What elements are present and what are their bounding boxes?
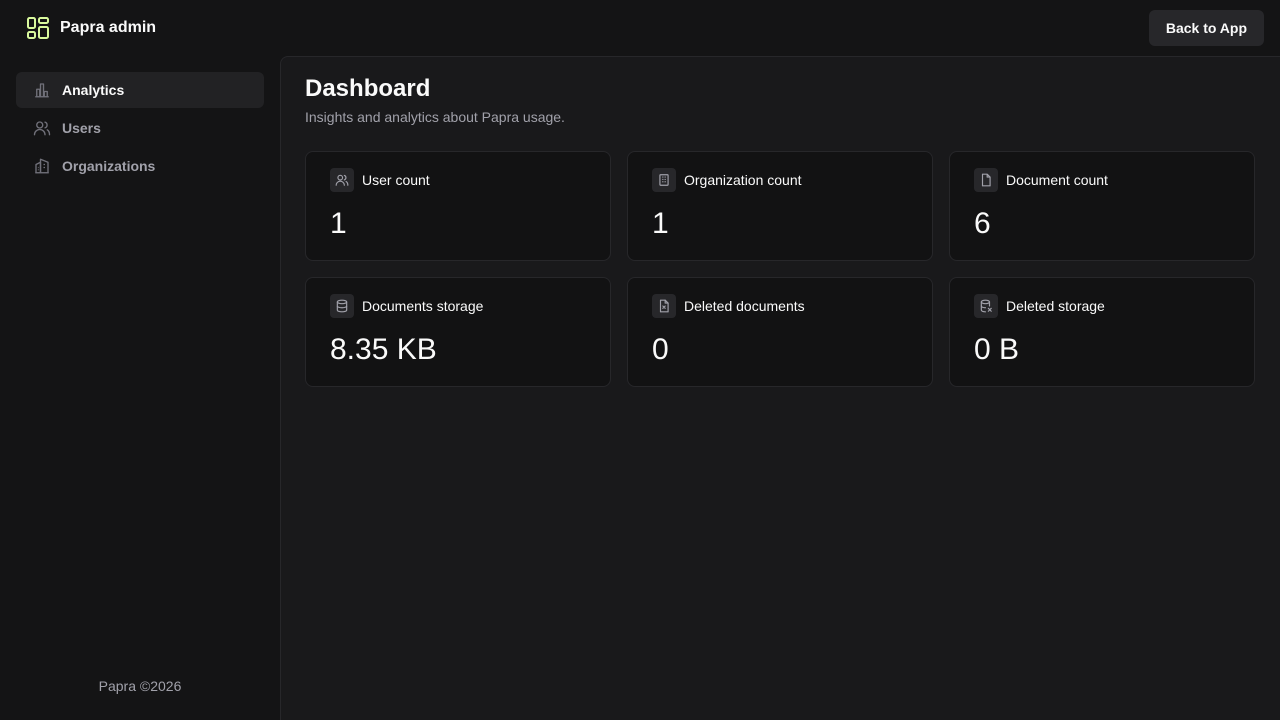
- stat-value: 1: [652, 207, 669, 240]
- stat-label: Document count: [1006, 172, 1108, 188]
- page-title: Dashboard: [305, 75, 431, 102]
- sidebar-item-label: Analytics: [62, 82, 125, 98]
- stat-card-organization-count: Organization count 1: [627, 151, 933, 261]
- brand[interactable]: Papra admin: [26, 16, 156, 40]
- stat-card-header: Organization count: [652, 168, 908, 192]
- stat-label: Deleted documents: [684, 298, 805, 314]
- sidebar-item-analytics[interactable]: Analytics: [16, 72, 264, 108]
- stat-value: 0: [652, 333, 669, 366]
- sidebar-item-label: Organizations: [62, 158, 156, 174]
- stat-label: Organization count: [684, 172, 802, 188]
- copyright-footer: Papra ©2026: [98, 678, 182, 694]
- users-icon: [32, 118, 52, 138]
- page-subtitle: Insights and analytics about Papra usage…: [305, 109, 565, 125]
- database-icon: [330, 294, 354, 318]
- building-icon: [652, 168, 676, 192]
- stat-label: User count: [362, 172, 430, 188]
- stat-label: Documents storage: [362, 298, 484, 314]
- stat-card-header: User count: [330, 168, 586, 192]
- file-icon: [974, 168, 998, 192]
- users-icon: [330, 168, 354, 192]
- stat-value: 6: [974, 207, 991, 240]
- database-x-icon: [974, 294, 998, 318]
- stat-value: 0 B: [974, 333, 1020, 366]
- sidebar-item-label: Users: [62, 120, 101, 136]
- stat-card-header: Document count: [974, 168, 1230, 192]
- stat-card-header: Deleted storage: [974, 294, 1230, 318]
- stat-card-header: Documents storage: [330, 294, 586, 318]
- bar-chart-icon: [32, 80, 52, 100]
- file-x-icon: [652, 294, 676, 318]
- stat-card-deleted-documents: Deleted documents 0: [627, 277, 933, 387]
- stat-card-user-count: User count 1: [305, 151, 611, 261]
- sidebar-nav: Analytics Users Organizations: [0, 56, 280, 200]
- back-to-app-button[interactable]: Back to App: [1148, 10, 1264, 46]
- papra-logo-icon: [26, 16, 50, 40]
- sidebar-item-users[interactable]: Users: [16, 110, 264, 146]
- buildings-icon: [32, 156, 52, 176]
- stats-grid: User count 1 Organization count 1 Docume…: [305, 151, 1256, 387]
- sidebar-item-organizations[interactable]: Organizations: [16, 148, 264, 184]
- stat-card-header: Deleted documents: [652, 294, 908, 318]
- stat-label: Deleted storage: [1006, 298, 1105, 314]
- main-content: Dashboard Insights and analytics about P…: [280, 56, 1280, 720]
- sidebar: Analytics Users Organizations Papra ©202…: [0, 56, 280, 720]
- stat-card-documents-storage: Documents storage 8.35 KB: [305, 277, 611, 387]
- top-bar: Papra admin Back to App: [0, 0, 1280, 56]
- stat-value: 8.35 KB: [330, 333, 437, 366]
- stat-card-document-count: Document count 6: [949, 151, 1255, 261]
- stat-card-deleted-storage: Deleted storage 0 B: [949, 277, 1255, 387]
- app-title: Papra admin: [60, 19, 157, 36]
- stat-value: 1: [330, 207, 347, 240]
